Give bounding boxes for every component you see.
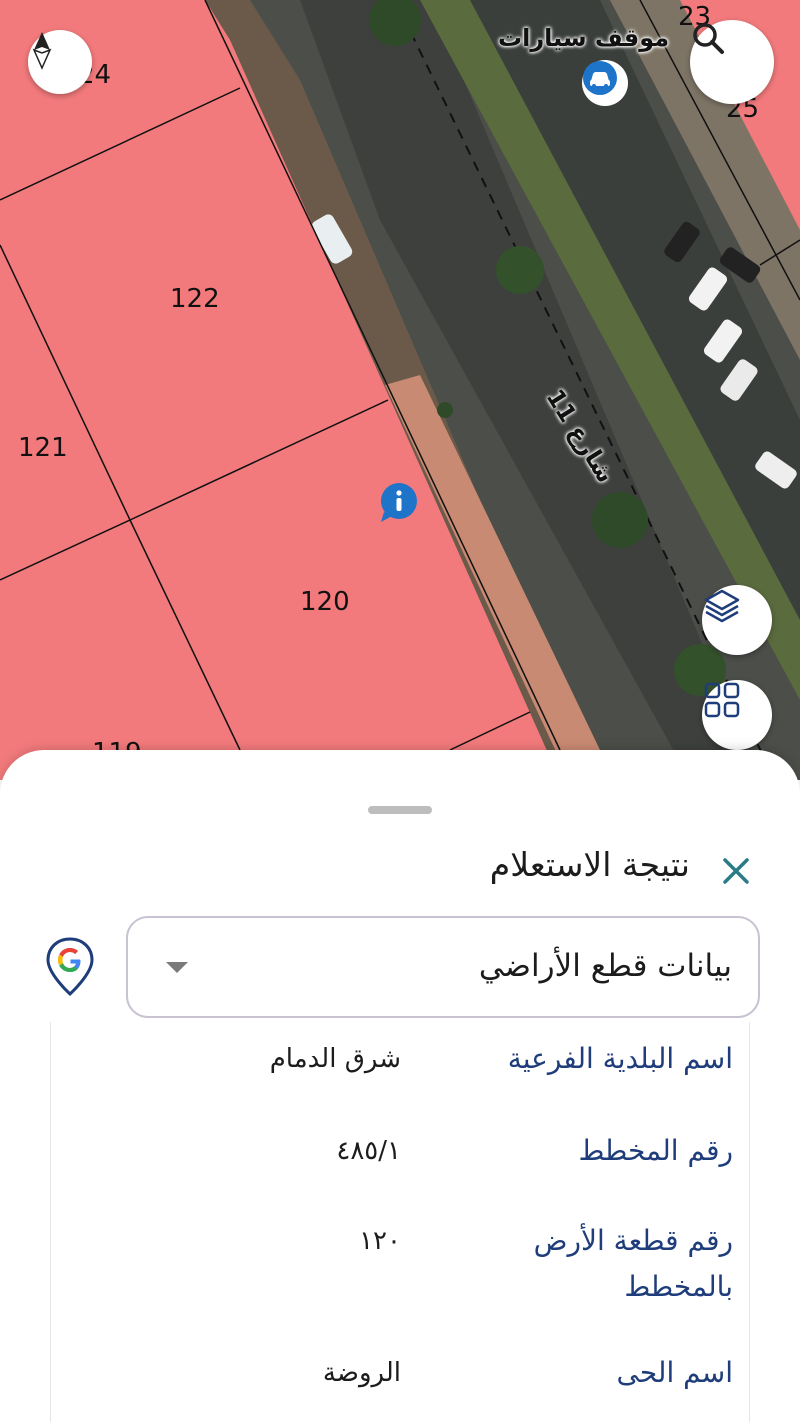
parcel-label-120: 120 <box>300 587 350 617</box>
parking-label: موقف سيارات <box>498 24 670 52</box>
info-row: اسم البلدية الفرعية شرق الدمام <box>51 1036 751 1096</box>
drag-handle[interactable] <box>368 806 432 814</box>
info-row-value: ٤٨٥/١ <box>336 1136 401 1166</box>
info-row-value: الروضة <box>322 1358 401 1388</box>
query-result-sheet: نتيجة الاستعلام بيانات قطع الأراضي اسم ا… <box>0 750 800 1422</box>
parcel-info-card: اسم البلدية الفرعية شرق الدمام رقم المخط… <box>50 1022 750 1422</box>
close-icon <box>723 858 749 884</box>
info-row-label: رقم قطعة الأرض بالمخطط <box>533 1224 733 1303</box>
parking-icon[interactable] <box>582 60 628 106</box>
dropdown-arrow-icon <box>166 962 188 973</box>
info-row-label: اسم الحى <box>616 1356 734 1389</box>
layers-icon <box>704 589 740 623</box>
compass-icon <box>32 32 52 70</box>
apps-button[interactable] <box>702 680 772 750</box>
dropdown-selected-value: بيانات قطع الأراضي <box>478 948 732 984</box>
google-search-icon[interactable] <box>44 936 96 998</box>
close-button[interactable] <box>715 850 757 892</box>
info-row: اسم الحى الروضة <box>51 1350 751 1410</box>
parcel-label-122: 122 <box>170 284 220 314</box>
info-row-label: اسم البلدية الفرعية <box>507 1042 733 1075</box>
compass-button[interactable] <box>28 30 92 94</box>
sheet-title: نتيجة الاستعلام <box>489 845 690 884</box>
search-icon <box>693 23 724 54</box>
info-row-label: رقم المخطط <box>578 1134 733 1167</box>
grid-apps-icon <box>704 682 740 718</box>
info-row-value: ١٢٠ <box>359 1226 401 1256</box>
map-view[interactable]: 24 23 25 122 121 120 119 موقف سيارات شار… <box>0 0 800 780</box>
info-row: رقم المخطط ٤٨٥/١ <box>51 1128 751 1188</box>
info-row: رقم قطعة الأرض بالمخطط ١٢٠ <box>51 1218 751 1328</box>
parcel-label-121: 121 <box>18 433 68 463</box>
layers-button[interactable] <box>702 585 772 655</box>
search-button[interactable] <box>690 20 774 104</box>
data-type-dropdown[interactable]: بيانات قطع الأراضي <box>126 916 760 1018</box>
info-row-value: شرق الدمام <box>269 1044 401 1074</box>
info-marker-icon[interactable] <box>378 482 420 524</box>
map-canvas[interactable] <box>0 0 800 780</box>
